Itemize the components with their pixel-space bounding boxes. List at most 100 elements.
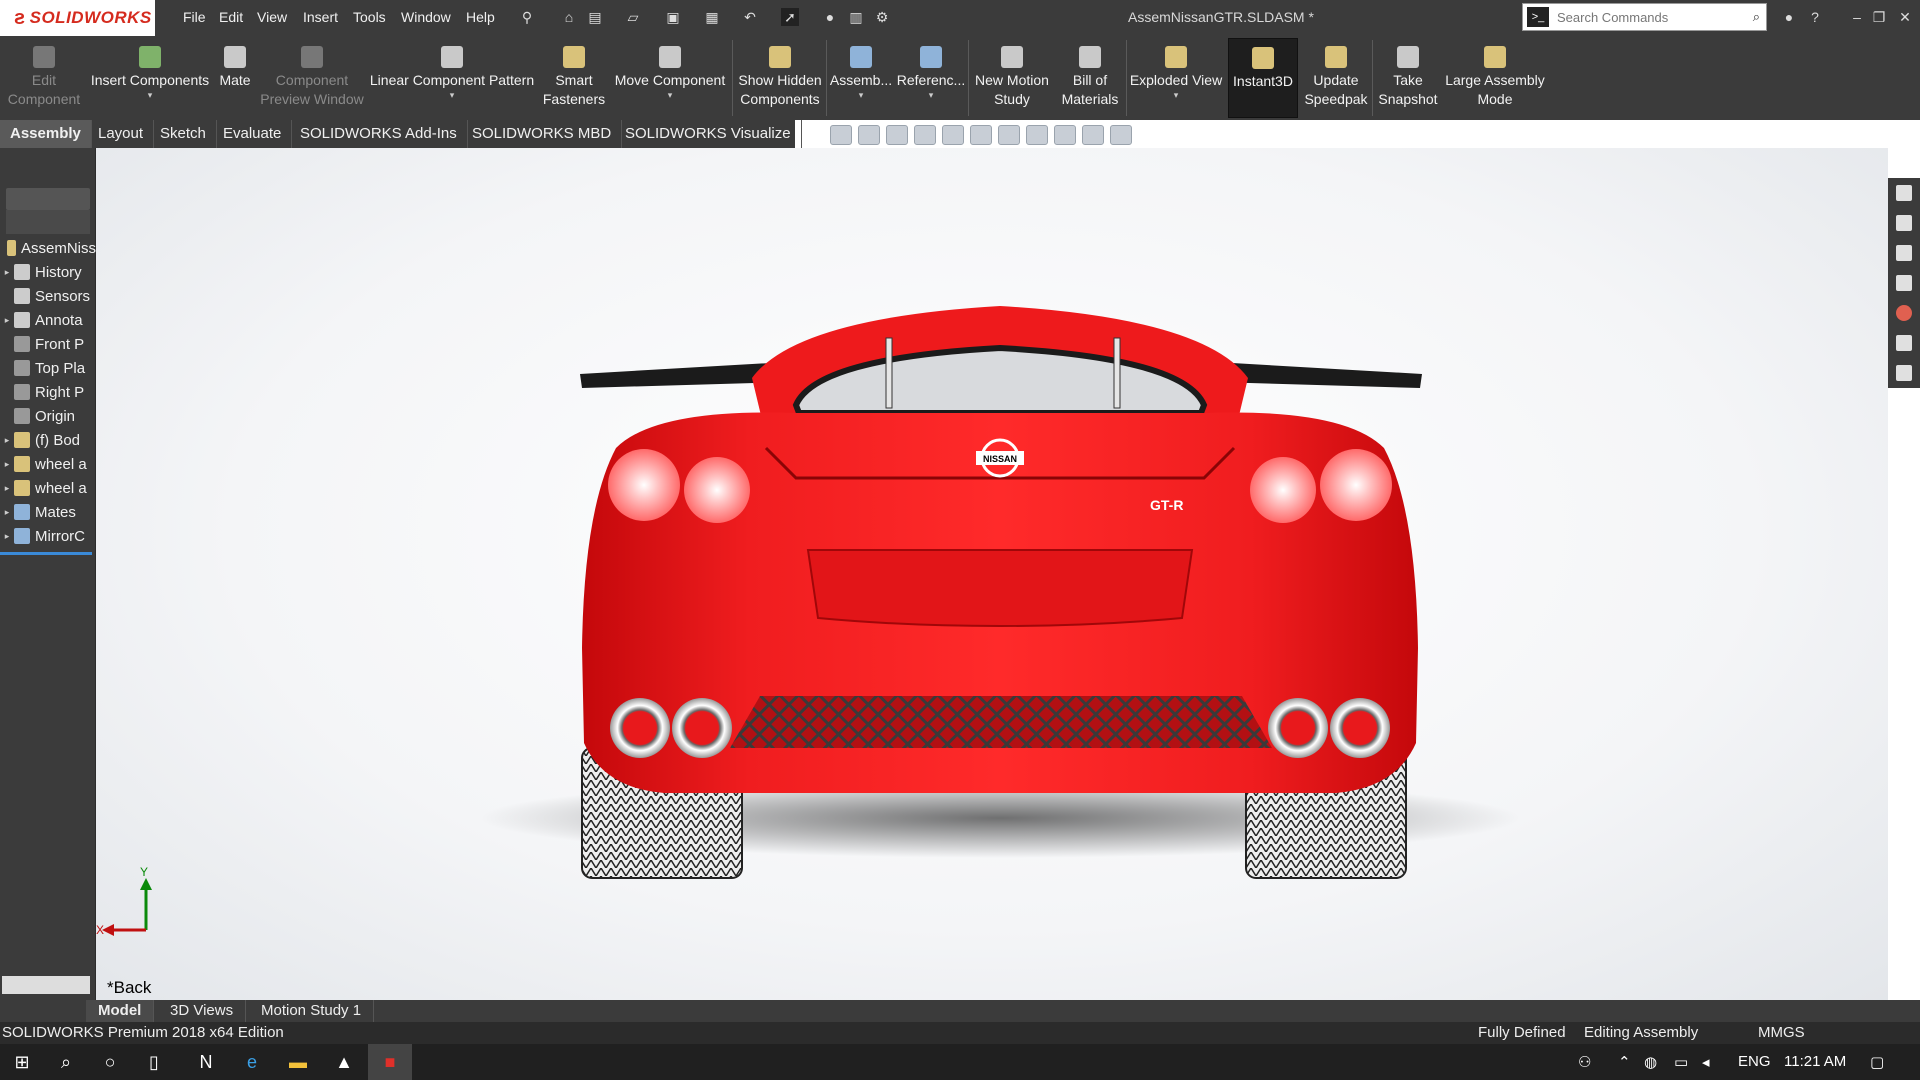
tree-item-wheel-2[interactable]: ▸ wheel a [0,476,96,500]
options-gear-icon[interactable]: ⚙ [873,8,891,26]
tree-item-sensors[interactable]: Sensors [0,284,96,308]
menu-help[interactable]: Help [466,9,495,25]
tab-mbd[interactable]: SOLIDWORKS MBD [462,120,623,148]
hide-show-items-icon[interactable] [1026,125,1048,145]
tree-item-mirror[interactable]: ▸ MirrorC [0,524,96,548]
user-icon[interactable]: ● [1780,8,1798,26]
tab-visualize[interactable]: SOLIDWORKS Visualize [615,120,802,148]
file-properties-icon[interactable]: ▥ [847,8,865,26]
reference-geometry-button[interactable]: Referenc... ▾ [896,38,966,118]
tree-item-top-plane[interactable]: Top Pla [0,356,96,380]
custom-properties-tab[interactable] [1888,328,1920,358]
tree-item-root[interactable]: AssemNiss [0,236,96,260]
tree-item-front-plane[interactable]: Front P [0,332,96,356]
home-icon[interactable]: ⌂ [560,8,578,26]
tab-addins[interactable]: SOLIDWORKS Add-Ins [290,120,468,148]
forum-tab[interactable] [1888,358,1920,388]
update-speedpak-button[interactable]: Update Speedpak [1302,38,1370,118]
solidworks-logo[interactable]: ƨ SOLIDWORKS [0,0,155,36]
tree-item-history[interactable]: ▸ History [0,260,96,284]
edit-appearance-icon[interactable] [1054,125,1076,145]
tree-item-mates[interactable]: ▸ Mates [0,500,96,524]
filter-bar[interactable] [6,210,90,234]
app-n-icon[interactable]: N [184,1044,228,1080]
component-preview-button[interactable]: Component Preview Window [258,38,366,118]
minimize-icon[interactable]: – [1848,8,1866,26]
appearances-tab[interactable] [1888,298,1920,328]
open-icon[interactable]: ▱ [624,8,642,26]
resources-tab[interactable] [1888,178,1920,208]
menu-window[interactable]: Window [401,9,451,25]
edge-icon[interactable]: e [230,1044,274,1080]
menu-edit[interactable]: Edit [219,9,243,25]
undo-icon[interactable]: ↶ [741,8,759,26]
view-orientation-icon[interactable] [970,125,992,145]
view-settings-icon[interactable] [1110,125,1132,145]
people-icon[interactable]: ⚇ [1578,1053,1591,1071]
close-icon[interactable]: ✕ [1896,8,1914,26]
battery-icon[interactable]: ▭ [1674,1053,1688,1071]
previous-view-icon[interactable] [886,125,908,145]
solidworks-taskbar-icon[interactable]: ■ [368,1044,412,1080]
notifications-icon[interactable]: ▢ [1870,1053,1884,1071]
tab-sketch[interactable]: Sketch [150,120,217,148]
tree-item-right-plane[interactable]: Right P [0,380,96,404]
windows-start-icon[interactable]: ⊞ [0,1044,44,1080]
exploded-view-button[interactable]: Exploded View ▾ [1128,38,1224,118]
save-icon[interactable]: ▣ [664,8,682,26]
horizontal-scrollbar[interactable] [2,976,90,994]
select-icon[interactable]: ➚ [781,8,799,26]
tree-item-origin[interactable]: Origin [0,404,96,428]
panel-tab-strip[interactable] [6,188,90,210]
new-motion-study-button[interactable]: New Motion Study [970,38,1054,118]
clock[interactable]: 11:21 AM [1784,1053,1846,1070]
cortana-icon[interactable]: ○ [88,1044,132,1080]
tab-model[interactable]: Model [86,1000,155,1022]
help-icon[interactable]: ? [1806,8,1824,26]
design-library-tab[interactable] [1888,208,1920,238]
tab-evaluate[interactable]: Evaluate [213,120,293,148]
tree-item-wheel-1[interactable]: ▸ wheel a [0,452,96,476]
menu-view[interactable]: View [257,9,287,25]
search-input[interactable]: Search Commands [1557,10,1668,25]
instant3d-button[interactable]: Instant3D [1228,38,1298,118]
restore-icon[interactable]: ❐ [1870,8,1888,26]
take-snapshot-button[interactable]: Take Snapshot [1374,38,1442,118]
zoom-to-fit-icon[interactable] [830,125,852,145]
car-model[interactable]: NISSAN GT-R Y X [96,148,1888,1000]
tab-layout[interactable]: Layout [88,120,155,148]
rebuild-icon[interactable]: ● [821,8,839,26]
dynamic-annotation-icon[interactable] [942,125,964,145]
units-selector[interactable]: MMGS [1758,1024,1805,1041]
tray-chevron-icon[interactable]: ⌃ [1618,1053,1631,1071]
search-commands-box[interactable]: >_ Search Commands ⌕ [1522,3,1767,31]
insert-components-button[interactable]: Insert Components ▾ [88,38,212,118]
task-view-icon[interactable]: ▯ [132,1044,176,1080]
linear-pattern-button[interactable]: Linear Component Pattern ▾ [368,38,536,118]
tab-3d-views[interactable]: 3D Views [158,1000,247,1022]
print-icon[interactable]: ▦ [703,8,721,26]
language-indicator[interactable]: ENG [1738,1053,1771,1070]
photos-icon[interactable]: ▲ [322,1044,366,1080]
show-hidden-button[interactable]: Show Hidden Components [734,38,826,118]
tab-motion-study[interactable]: Motion Study 1 [249,1000,375,1022]
large-assembly-mode-button[interactable]: Large Assembly Mode [1442,38,1548,118]
graphics-area[interactable]: NISSAN GT-R Y X [96,148,1888,1000]
move-component-button[interactable]: Move Component ▾ [610,38,730,118]
pin-icon[interactable]: ⚲ [518,8,536,26]
volume-icon[interactable]: ◂ [1702,1053,1710,1071]
mate-button[interactable]: Mate [214,38,256,118]
apply-scene-icon[interactable] [1082,125,1104,145]
menu-insert[interactable]: Insert [303,9,338,25]
menu-tools[interactable]: Tools [353,9,386,25]
tree-item-annotations[interactable]: ▸ Annota [0,308,96,332]
display-style-icon[interactable] [998,125,1020,145]
menu-file[interactable]: File [183,9,206,25]
bill-of-materials-button[interactable]: Bill of Materials [1056,38,1124,118]
network-icon[interactable]: ◍ [1644,1053,1657,1071]
smart-fasteners-button[interactable]: Smart Fasteners [540,38,608,118]
section-view-icon[interactable] [914,125,936,145]
view-palette-tab[interactable] [1888,268,1920,298]
search-icon[interactable]: ⌕ [1753,9,1760,25]
assembly-features-button[interactable]: Assemb... ▾ [828,38,894,118]
